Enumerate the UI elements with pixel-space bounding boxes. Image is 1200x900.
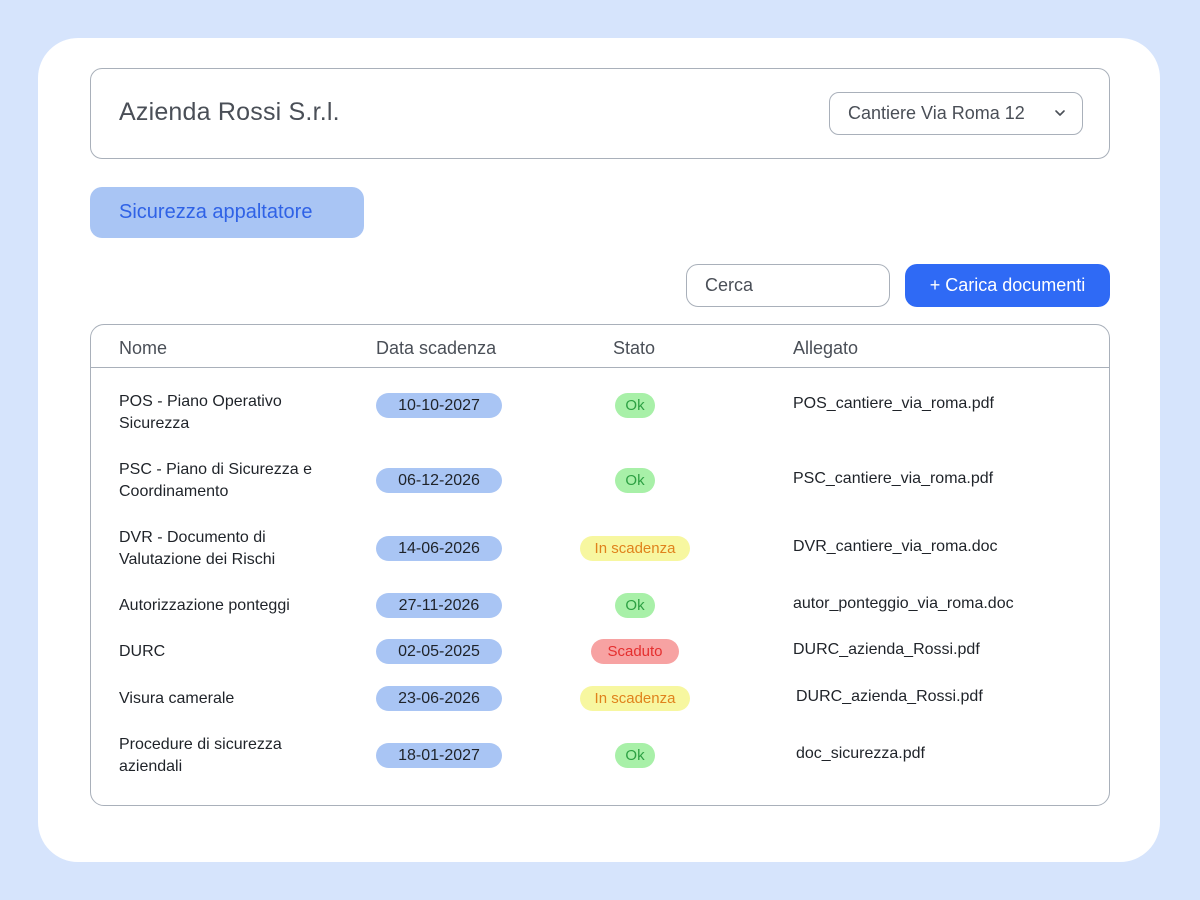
expiry-date-badge: 14-06-2026 bbox=[376, 536, 502, 561]
document-name: Visura camerale bbox=[119, 690, 235, 707]
status-badge: Ok bbox=[615, 393, 655, 418]
status-badge: Scaduto bbox=[591, 639, 679, 664]
attachment-link[interactable]: autor_ponteggio_via_roma.doc bbox=[793, 595, 1014, 613]
document-name: Autorizzazione ponteggi bbox=[119, 597, 290, 614]
expiry-date-badge: 23-06-2026 bbox=[376, 686, 502, 711]
site-dropdown-value: Cantiere Via Roma 12 bbox=[848, 103, 1025, 123]
header-bar: Azienda Rossi S.r.l. Cantiere Via Roma 1… bbox=[90, 68, 1110, 159]
expiry-date-badge: 02-05-2025 bbox=[376, 639, 502, 664]
status-badge: In scadenza bbox=[580, 686, 690, 711]
chevron-down-icon bbox=[1055, 110, 1065, 116]
attachment-link[interactable]: DURC_azienda_Rossi.pdf bbox=[793, 641, 980, 659]
attachment-link[interactable]: PSC_cantiere_via_roma.pdf bbox=[793, 470, 993, 488]
document-name: POS - Piano Operativo Sicurezza bbox=[119, 393, 282, 432]
status-badge: In scadenza bbox=[580, 536, 690, 561]
attachment-link[interactable]: doc_sicurezza.pdf bbox=[796, 745, 925, 763]
expiry-date-badge: 06-12-2026 bbox=[376, 468, 502, 493]
company-name: Azienda Rossi S.r.l. bbox=[119, 98, 340, 126]
document-name: DVR - Documento di Valutazione dei Risch… bbox=[119, 529, 276, 568]
expiry-date-badge: 18-01-2027 bbox=[376, 743, 502, 768]
column-header-data-scadenza: Data scadenza bbox=[376, 338, 497, 358]
status-badge: Ok bbox=[615, 743, 655, 768]
column-header-nome: Nome bbox=[119, 338, 168, 358]
status-badge: Ok bbox=[615, 593, 655, 618]
main-card: Azienda Rossi S.r.l. Cantiere Via Roma 1… bbox=[38, 38, 1160, 862]
site-dropdown[interactable]: Cantiere Via Roma 12 bbox=[829, 92, 1083, 135]
column-header-stato: Stato bbox=[613, 338, 656, 358]
attachment-link[interactable]: DVR_cantiere_via_roma.doc bbox=[793, 538, 998, 556]
column-header-allegato: Allegato bbox=[793, 338, 859, 358]
search-input[interactable] bbox=[686, 264, 890, 307]
documents-table: Nome Data scadenza Stato Allegato POS - … bbox=[90, 324, 1110, 806]
attachment-link[interactable]: POS_cantiere_via_roma.pdf bbox=[793, 395, 994, 413]
upload-documents-button[interactable]: + Carica documenti bbox=[905, 264, 1110, 307]
tab-label: Sicurezza appaltatore bbox=[119, 201, 313, 223]
attachment-link[interactable]: DURC_azienda_Rossi.pdf bbox=[796, 688, 983, 706]
tab-sicurezza-appaltatore[interactable]: Sicurezza appaltatore bbox=[90, 187, 364, 238]
status-badge: Ok bbox=[615, 468, 655, 493]
expiry-date-badge: 27-11-2026 bbox=[376, 593, 502, 618]
document-name: Procedure di sicurezza aziendali bbox=[119, 736, 282, 775]
expiry-date-badge: 10-10-2027 bbox=[376, 393, 502, 418]
table-header: Nome Data scadenza Stato Allegato bbox=[91, 325, 1109, 368]
document-name: PSC - Piano di Sicurezza e Coordinamento bbox=[119, 461, 312, 500]
document-name: DURC bbox=[119, 643, 166, 660]
